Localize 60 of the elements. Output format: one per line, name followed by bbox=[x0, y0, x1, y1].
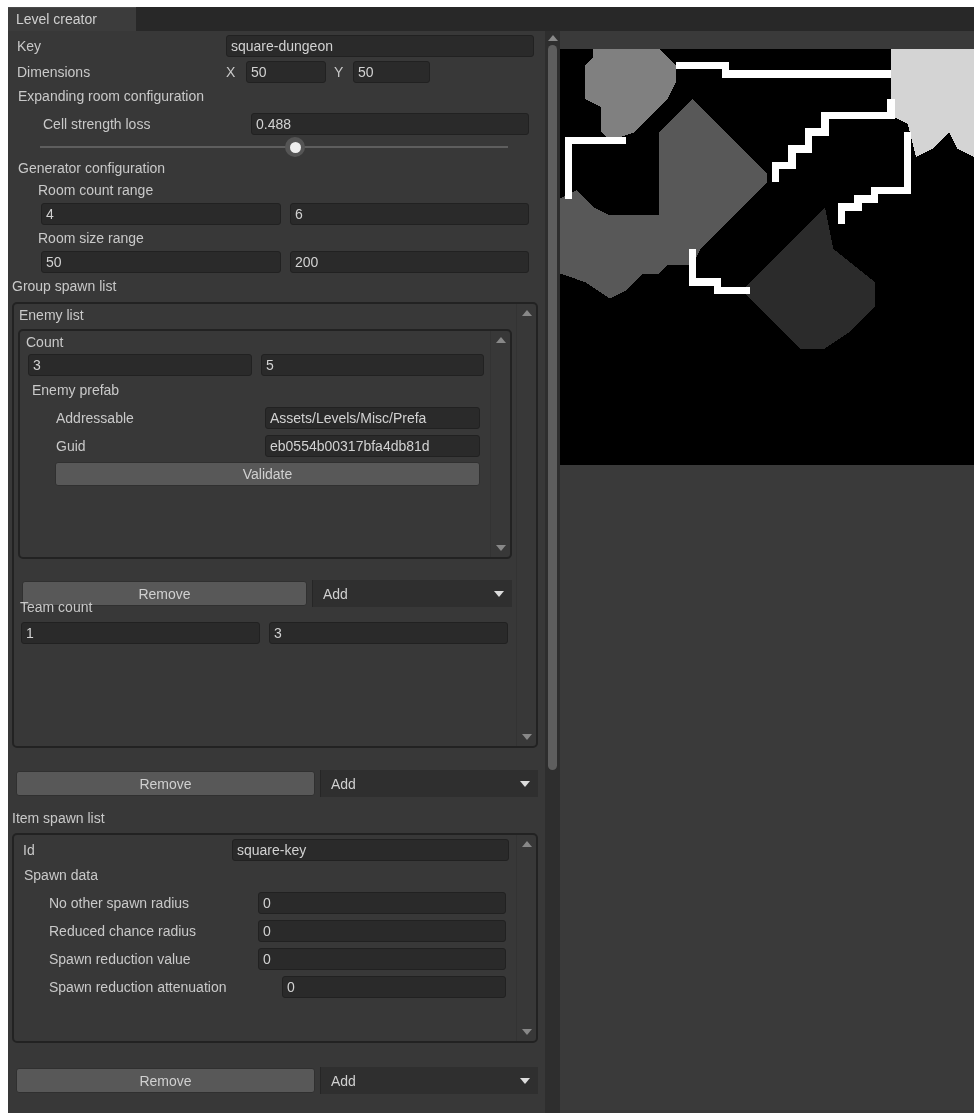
field-label: Cell strength loss bbox=[43, 116, 152, 132]
remove-button[interactable]: Remove bbox=[16, 1068, 315, 1093]
field-label: Spawn reduction value bbox=[49, 951, 192, 967]
field-label: Id bbox=[23, 842, 36, 858]
scroll-up-icon[interactable] bbox=[521, 841, 532, 847]
scrollbar-thumb[interactable] bbox=[548, 45, 557, 770]
text-field[interactable]: 0 bbox=[258, 920, 506, 942]
scrollbar[interactable] bbox=[545, 31, 560, 1113]
field-label: Spawn reduction attenuation bbox=[49, 979, 228, 995]
text-field[interactable]: 0.488 bbox=[251, 113, 529, 135]
field-label: Reduced chance radius bbox=[49, 923, 198, 939]
field-label: Key bbox=[17, 38, 43, 54]
add-dropdown[interactable]: Add bbox=[320, 1067, 538, 1094]
field-label: Spawn data bbox=[24, 866, 98, 883]
field-label: X bbox=[226, 64, 237, 80]
text-field[interactable]: square-key bbox=[232, 839, 509, 861]
text-field[interactable]: 6 bbox=[290, 203, 529, 225]
field-label: Enemy prefab bbox=[32, 382, 120, 398]
scroll-down-icon[interactable] bbox=[521, 1029, 532, 1035]
caret-icon bbox=[494, 590, 504, 597]
field-label: Item spawn list bbox=[12, 810, 105, 826]
text-field[interactable]: 3 bbox=[28, 354, 252, 376]
field-label: Y bbox=[334, 64, 345, 80]
window-tab[interactable]: Level creator bbox=[8, 7, 136, 31]
text-field[interactable]: 50 bbox=[246, 61, 326, 83]
text-field[interactable]: Assets/Levels/Misc/Prefa bbox=[265, 407, 480, 429]
text-field[interactable]: 5 bbox=[261, 354, 484, 376]
field-label: Group spawn list bbox=[12, 278, 117, 294]
text-field[interactable]: 50 bbox=[41, 251, 281, 273]
text-field[interactable]: 0 bbox=[282, 976, 506, 998]
field-label: Room count range bbox=[38, 182, 154, 198]
field-label: Addressable bbox=[56, 410, 135, 426]
text-field[interactable]: square-dungeon bbox=[226, 35, 534, 57]
field-label: Enemy list bbox=[19, 307, 84, 323]
field-label: No other spawn radius bbox=[49, 895, 191, 911]
caret-icon bbox=[520, 780, 530, 787]
scroll-down-icon[interactable] bbox=[521, 734, 532, 740]
field-label: Count bbox=[26, 334, 64, 350]
slider-thumb[interactable] bbox=[285, 137, 306, 157]
field-label: Room size range bbox=[38, 230, 144, 246]
field-label: Guid bbox=[56, 438, 87, 454]
text-field[interactable]: 0 bbox=[258, 892, 506, 914]
scroll-down-icon[interactable] bbox=[495, 545, 506, 551]
field-label: Expanding room configuration bbox=[18, 88, 204, 104]
text-field[interactable]: 50 bbox=[353, 61, 430, 83]
add-dropdown[interactable]: Add bbox=[312, 580, 512, 607]
text-field[interactable]: 200 bbox=[290, 251, 529, 273]
text-field[interactable]: 4 bbox=[41, 203, 281, 225]
field-label: Generator configuration bbox=[18, 160, 166, 176]
scroll-up-icon[interactable] bbox=[495, 337, 506, 343]
text-field[interactable]: eb0554b00317bfa4db81d bbox=[265, 435, 480, 457]
add-dropdown[interactable]: Add bbox=[320, 770, 538, 797]
text-field[interactable]: 1 bbox=[21, 622, 260, 644]
validate-button[interactable]: Validate bbox=[55, 462, 480, 486]
caret-icon bbox=[520, 1077, 530, 1084]
remove-button[interactable]: Remove bbox=[16, 771, 315, 796]
text-field[interactable]: 3 bbox=[269, 622, 508, 644]
scroll-up-icon[interactable] bbox=[521, 310, 532, 316]
field-label: Dimensions bbox=[17, 64, 92, 80]
text-field[interactable]: 0 bbox=[258, 948, 506, 970]
